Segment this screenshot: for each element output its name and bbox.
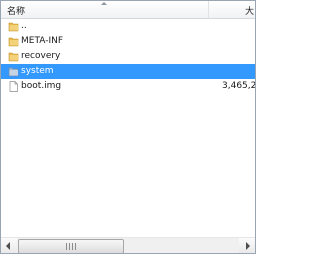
list-item-recovery[interactable]: recovery — [1, 49, 255, 64]
scrollbar-thumb[interactable] — [18, 239, 124, 253]
sort-ascending-icon — [101, 2, 107, 5]
name-column-label: 名称 — [7, 7, 26, 17]
arrow-right-icon — [246, 242, 250, 250]
list-item-name: boot.img — [21, 81, 62, 91]
list-item-meta-inf[interactable]: META-INF — [1, 34, 255, 49]
list-item-size: 3,465,2 — [222, 81, 256, 91]
file-icon — [9, 81, 18, 92]
list-item-name: META-INF — [21, 36, 64, 46]
list-item-name: system — [21, 66, 54, 76]
file-list-panel: 名称 大 .. META-INF recovery system boot.im… — [0, 0, 256, 254]
scroll-right-button[interactable] — [239, 238, 255, 253]
name-column-header[interactable]: 名称 — [1, 1, 209, 18]
list-item-name: .. — [21, 21, 27, 31]
scroll-left-button[interactable] — [1, 238, 17, 253]
list-item-parent[interactable]: .. — [1, 19, 255, 34]
horizontal-scrollbar[interactable] — [1, 237, 255, 253]
folder-icon — [8, 67, 19, 77]
arrow-left-icon — [6, 242, 10, 250]
list-item-system[interactable]: system — [1, 64, 255, 79]
column-header: 名称 大 — [1, 1, 255, 19]
list-item-boot-img[interactable]: boot.img 3,465,2 — [1, 79, 255, 94]
folder-icon — [8, 52, 19, 62]
folder-icon — [8, 37, 19, 47]
size-column-header[interactable]: 大 — [209, 1, 255, 18]
list-item-name: recovery — [21, 51, 61, 61]
size-column-label: 大 — [245, 7, 255, 17]
grip-icon — [66, 243, 76, 250]
folder-icon — [8, 22, 19, 32]
